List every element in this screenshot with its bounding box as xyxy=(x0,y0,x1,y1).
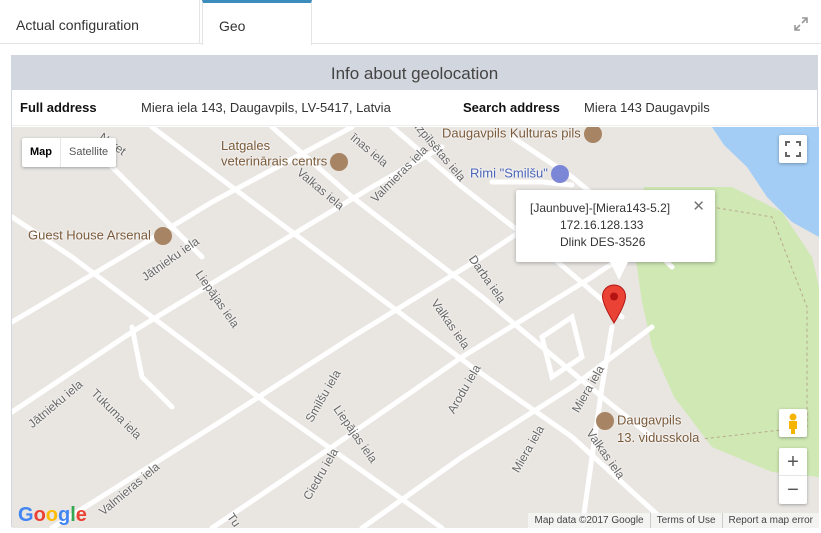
map-type-map-button[interactable]: Map xyxy=(22,138,61,167)
street-view-button[interactable] xyxy=(779,409,807,437)
map-base xyxy=(12,127,819,528)
google-logo: Google xyxy=(18,504,87,526)
search-address-label: Search address xyxy=(463,100,560,115)
map-type-control: Map Satellite xyxy=(22,138,117,167)
map-marker-icon[interactable] xyxy=(601,284,627,324)
tab-geo-mapping[interactable]: Geo mapping xyxy=(202,0,312,80)
poi-school[interactable]: Daugavpils 13. vidusskola xyxy=(596,412,699,445)
fullscreen-button[interactable] xyxy=(779,135,807,163)
poi-kulturas-pils[interactable]: Daugavpils Kulturas pils xyxy=(442,127,602,143)
close-icon[interactable]: ✕ xyxy=(692,197,705,215)
school-icon xyxy=(596,412,614,430)
map-attribution: Map data ©2017 Google Terms of Use Repor… xyxy=(528,513,819,528)
shopping-icon xyxy=(550,165,569,183)
map-data-credit: Map data ©2017 Google xyxy=(534,515,644,526)
expand-icon[interactable] xyxy=(793,16,809,32)
tab-actual-configuration-backup[interactable]: Actual configuration backup xyxy=(0,0,200,83)
info-device-model: Dlink DES-3526 xyxy=(560,235,646,249)
tab-bar: Actual configuration backup Geo mapping xyxy=(0,0,821,83)
panel-title: Info about geolocation xyxy=(12,56,817,90)
poi-rimi[interactable]: Rimi "Smilšu" xyxy=(470,165,569,183)
full-address-value: Miera iela 143, Daugavpils, LV-5417, Lat… xyxy=(141,100,391,115)
info-device-name: [Jaunbuve]-[Miera143-5.2] xyxy=(530,201,671,215)
full-address-label: Full address xyxy=(20,100,97,115)
geolocation-panel: Info about geolocation Full address Mier… xyxy=(11,55,819,528)
search-address-value: Miera 143 Daugavpils xyxy=(584,100,710,115)
map-type-satellite-button[interactable]: Satellite xyxy=(61,138,116,167)
zoom-out-button[interactable]: − xyxy=(779,476,807,504)
marker-info-window: [Jaunbuve]-[Miera143-5.2] 172.16.128.133… xyxy=(516,190,715,262)
paw-icon xyxy=(330,153,349,171)
pegman-icon xyxy=(789,413,797,434)
zoom-in-button[interactable]: + xyxy=(779,448,807,476)
map-canvas[interactable]: Latgales veterinārais centrs Daugavpils … xyxy=(12,127,819,528)
fullscreen-icon xyxy=(785,141,801,157)
zoom-control: + − xyxy=(779,448,807,504)
address-row: Full address Miera iela 143, Daugavpils,… xyxy=(12,90,817,126)
theater-icon xyxy=(583,127,602,143)
hotel-icon xyxy=(153,227,172,245)
poi-latgales-vet[interactable]: Latgales veterinārais centrs xyxy=(221,138,349,171)
poi-guest-house[interactable]: Guest House Arsenal xyxy=(28,227,172,245)
info-window-tail xyxy=(610,262,628,280)
terms-of-use-link[interactable]: Terms of Use xyxy=(649,513,722,528)
info-ip-address: 172.16.128.133 xyxy=(560,218,644,232)
report-map-error-link[interactable]: Report a map error xyxy=(721,513,819,528)
